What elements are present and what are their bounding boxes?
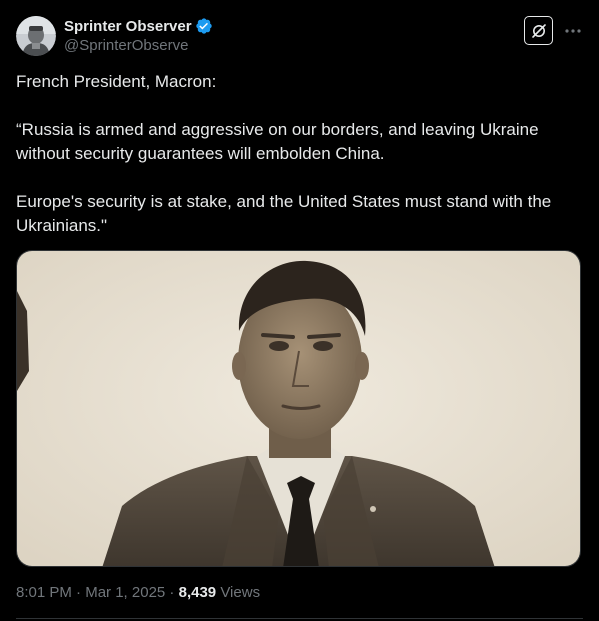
portrait-photo [17,251,580,566]
author-name-row: Sprinter Observer [64,16,213,36]
tweet-date[interactable]: Mar 1, 2025 [85,584,165,601]
views-label: Views [220,584,261,601]
meta-separator: · [165,584,179,601]
author-info: Sprinter Observer @SprinterObserve [64,16,213,56]
more-button[interactable] [562,20,584,42]
verified-badge-icon [195,17,213,35]
tweet-meta: 8:01 PM · Mar 1, 2025 · 8,439 Views [16,583,260,603]
grok-button[interactable] [524,16,553,45]
author-handle[interactable]: @SprinterObserve [64,36,213,56]
tweet-detail: Sprinter Observer @SprinterObserve Frenc… [0,0,599,621]
grok-icon [531,23,546,38]
tweet-time[interactable]: 8:01 PM [16,584,72,601]
tweet-photo[interactable] [16,250,581,567]
tweet-paragraph: French President, Macron: [16,72,217,91]
author-display-name[interactable]: Sprinter Observer [64,18,192,35]
author-avatar[interactable] [16,16,56,56]
divider [16,618,583,619]
tweet-paragraph: Europe's security is at stake, and the U… [16,192,556,235]
meta-separator: · [71,584,86,601]
tweet-paragraph: “Russia is armed and aggressive on our b… [16,120,544,163]
avatar-image [16,16,56,56]
views-count: 8,439 [178,584,217,601]
tweet-text: French President, Macron: “Russia is arm… [16,70,583,238]
more-horizontal-icon [565,29,581,33]
